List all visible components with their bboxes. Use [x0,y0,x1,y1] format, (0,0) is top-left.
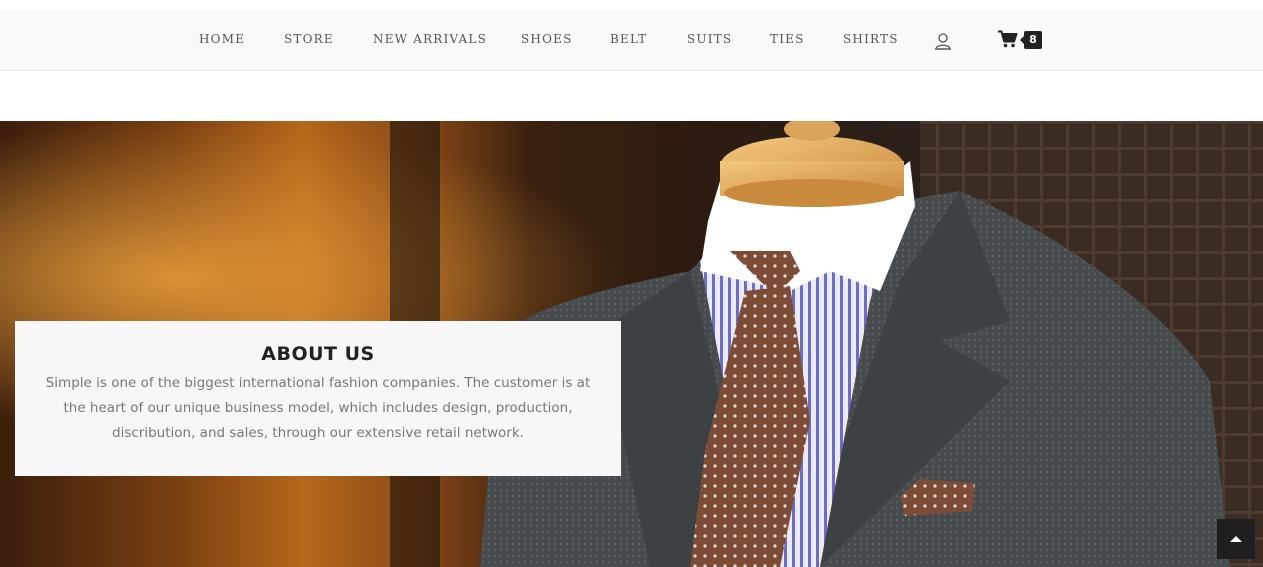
top-strip [0,0,1263,10]
about-us-box: ABOUT US Simple is one of the biggest in… [15,321,621,476]
main-navbar: HOME STORE NEW ARRIVALS SHOES BELT SUITS… [0,10,1263,71]
about-us-title: ABOUT US [261,343,375,365]
nav-item-home[interactable]: HOME [199,32,245,46]
shopping-cart-icon[interactable] [998,30,1018,48]
chevron-up-icon [1230,536,1242,542]
user-icon[interactable] [934,32,952,50]
nav-item-shoes[interactable]: SHOES [521,32,573,46]
cart-count-badge: 8 [1020,31,1042,49]
nav-item-store[interactable]: STORE [284,32,334,46]
scroll-to-top-button[interactable] [1217,519,1255,559]
nav-item-new-arrivals[interactable]: NEW ARRIVALS [373,32,487,46]
about-us-text: Simple is one of the biggest internation… [45,375,591,441]
nav-item-belt[interactable]: BELT [610,32,647,46]
nav-item-ties[interactable]: TIES [770,32,805,46]
nav-item-suits[interactable]: SUITS [687,32,732,46]
nav-item-shirts[interactable]: SHIRTS [843,32,899,46]
